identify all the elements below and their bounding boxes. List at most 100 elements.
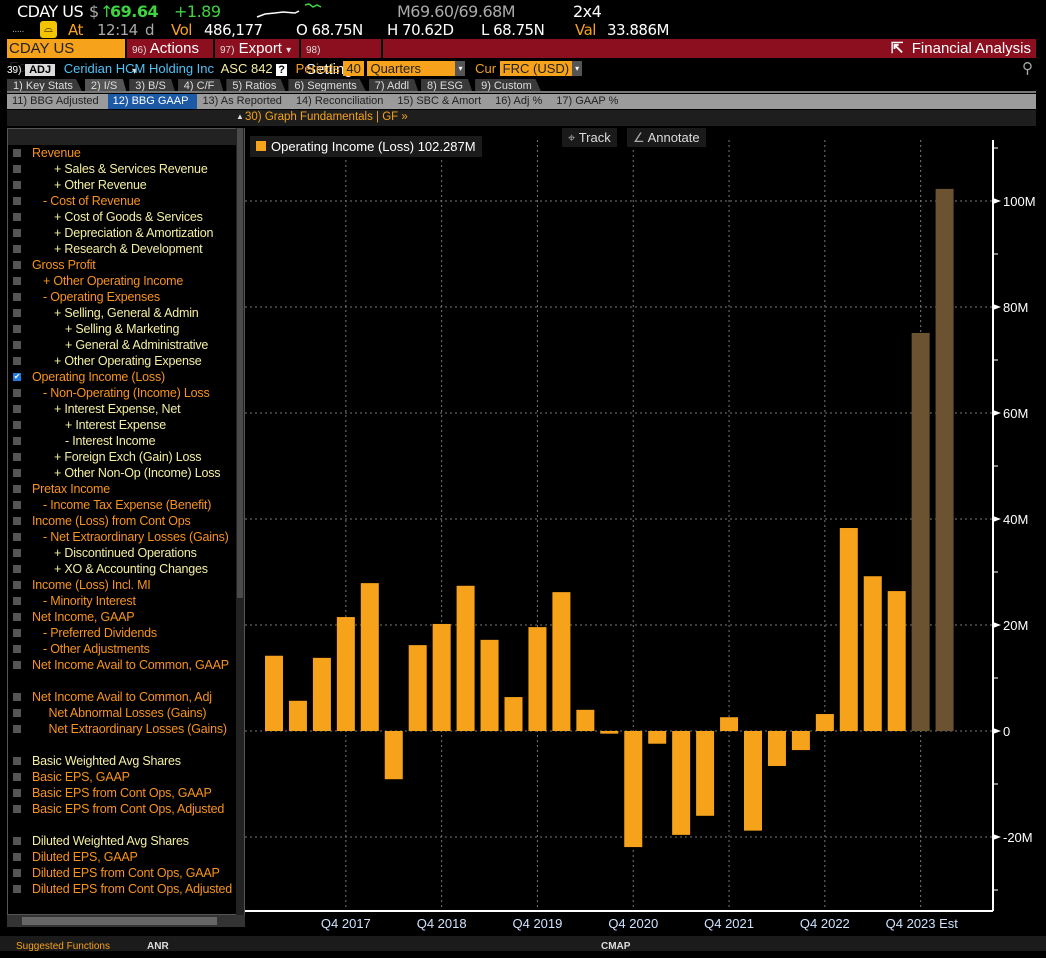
annotate-button[interactable]: ∠ Annotate — [627, 128, 706, 147]
checkbox[interactable] — [13, 533, 21, 541]
list-item[interactable]: + XO & Accounting Changes — [8, 561, 238, 577]
list-item[interactable]: - Net Extraordinary Losses (Gains) — [8, 529, 238, 545]
checkbox[interactable] — [13, 709, 21, 717]
footer-item[interactable]: ANR — [147, 936, 169, 958]
list-item[interactable]: Income (Loss) Incl. MI — [8, 577, 238, 593]
scrollbar-thumb[interactable] — [22, 917, 217, 925]
list-item[interactable]: + Other Operating Income — [8, 273, 238, 289]
list-item[interactable]: + Depreciation & Amortization — [8, 225, 238, 241]
list-item[interactable]: Diluted EPS from Cont Ops, Adjusted — [8, 881, 238, 897]
list-item[interactable]: + Cost of Goods & Services — [8, 209, 238, 225]
checkbox[interactable] — [13, 789, 21, 797]
checkbox[interactable] — [13, 149, 21, 157]
checkbox[interactable] — [13, 325, 21, 333]
list-item[interactable]: - Minority Interest — [8, 593, 238, 609]
checkbox[interactable] — [13, 885, 21, 893]
checkbox[interactable] — [13, 613, 21, 621]
checkbox-checked[interactable]: ✔ — [13, 373, 21, 381]
checkbox[interactable] — [13, 213, 21, 221]
list-item[interactable]: Net Extraordinary Losses (Gains) — [8, 721, 238, 737]
checkbox[interactable] — [13, 181, 21, 189]
checkbox[interactable] — [13, 837, 21, 845]
checkbox[interactable] — [13, 453, 21, 461]
list-item[interactable]: + Selling, General & Admin — [8, 305, 238, 321]
periods-input[interactable]: 40 — [343, 61, 364, 76]
list-item[interactable]: Net Income Avail to Common, Adj — [8, 689, 238, 705]
tab-custom[interactable]: 9) Custom — [475, 79, 541, 91]
list-item[interactable]: - Cost of Revenue — [8, 193, 238, 209]
checkbox[interactable] — [13, 757, 21, 765]
subtab-sbc-amort[interactable]: 15) SBC & Amort — [392, 94, 490, 109]
checkbox[interactable] — [13, 197, 21, 205]
track-button[interactable]: ⌖ Track — [562, 128, 617, 147]
list-item[interactable]: - Interest Income — [8, 433, 238, 449]
gauge-icon[interactable]: ⌓ — [40, 21, 57, 38]
checkbox[interactable] — [13, 805, 21, 813]
adj-button[interactable]: ADJ — [25, 64, 56, 76]
checkbox[interactable] — [13, 405, 21, 413]
list-item[interactable]: - Non-Operating (Income) Loss — [8, 385, 238, 401]
checkbox[interactable] — [13, 341, 21, 349]
list-item[interactable]: Pretax Income — [8, 481, 238, 497]
tab-segments[interactable]: 6) Segments — [288, 79, 366, 91]
checkbox[interactable] — [13, 693, 21, 701]
checkbox[interactable] — [13, 437, 21, 445]
subtab-gaap-[interactable]: 17) GAAP % — [551, 94, 627, 109]
actions-menu[interactable]: 96) Actions ▾ — [127, 39, 215, 77]
checkbox[interactable] — [13, 629, 21, 637]
list-item[interactable]: + Interest Expense, Net — [8, 401, 238, 417]
checkbox[interactable] — [13, 245, 21, 253]
dropdown-icon[interactable]: ▾ — [455, 61, 466, 76]
list-item[interactable]: + Other Revenue — [8, 177, 238, 193]
list-item[interactable]: Net Income, GAAP — [8, 609, 238, 625]
checkbox[interactable] — [13, 869, 21, 877]
subtab-reconciliation[interactable]: 14) Reconciliation — [291, 94, 392, 109]
tab-c-f[interactable]: 4) C/F — [177, 79, 224, 91]
footer-item[interactable]: Suggested Functions — [16, 936, 110, 958]
list-item[interactable]: + Other Non-Op (Income) Loss — [8, 465, 238, 481]
list-item[interactable]: + Research & Development — [8, 241, 238, 257]
list-item[interactable]: + Foreign Exch (Gain) Loss — [8, 449, 238, 465]
list-item[interactable]: + Discontinued Operations — [8, 545, 238, 561]
dropdown-icon[interactable]: ▾ — [572, 61, 583, 76]
checkbox[interactable] — [13, 277, 21, 285]
list-item[interactable]: Gross Profit — [8, 257, 238, 273]
zoom-in-icon[interactable]: ⚲ — [1022, 61, 1033, 77]
list-item[interactable]: Basic Weighted Avg Shares — [8, 753, 238, 769]
checkbox[interactable] — [13, 853, 21, 861]
settings-button[interactable]: 98) Settings — [301, 39, 383, 78]
checkbox[interactable] — [13, 293, 21, 301]
checkbox[interactable] — [13, 389, 21, 397]
list-item[interactable]: + General & Administrative — [8, 337, 238, 353]
tab-addl[interactable]: 7) Addl — [368, 79, 419, 91]
checkbox[interactable] — [13, 309, 21, 317]
checkbox[interactable] — [13, 261, 21, 269]
subtab-adj-[interactable]: 16) Adj % — [490, 94, 551, 109]
currency-select[interactable]: FRC (USD) — [499, 61, 573, 76]
footer-item[interactable]: CMAP — [601, 936, 630, 958]
list-item[interactable]: Basic EPS from Cont Ops, Adjusted — [8, 801, 238, 817]
financial-analysis-button[interactable]: ⇱ Financial Analysis — [886, 39, 1036, 58]
help-icon[interactable]: ? — [276, 64, 288, 76]
checkbox[interactable] — [13, 421, 21, 429]
checkbox[interactable] — [13, 229, 21, 237]
list-item[interactable]: - Income Tax Expense (Benefit) — [8, 497, 238, 513]
tab-ratios[interactable]: 5) Ratios — [226, 79, 286, 91]
checkbox[interactable] — [13, 357, 21, 365]
checkbox[interactable] — [13, 549, 21, 557]
list-item[interactable]: Income (Loss) from Cont Ops — [8, 513, 238, 529]
tab-b-s[interactable]: 3) B/S — [129, 79, 175, 91]
list-item[interactable]: Diluted Weighted Avg Shares — [8, 833, 238, 849]
checkbox[interactable] — [13, 485, 21, 493]
subtab-bbg-gaap[interactable]: 12) BBG GAAP — [107, 94, 198, 109]
list-item[interactable]: Net Income Avail to Common, GAAP — [8, 657, 238, 673]
scrollbar-thumb[interactable] — [237, 128, 243, 598]
checkbox[interactable] — [13, 661, 21, 669]
list-item[interactable]: Net Abnormal Losses (Gains) — [8, 705, 238, 721]
list-item[interactable]: - Operating Expenses — [8, 289, 238, 305]
list-item[interactable]: Diluted EPS, GAAP — [8, 849, 238, 865]
tab-i-s[interactable]: 2) I/S — [84, 79, 127, 91]
list-item[interactable]: Diluted EPS from Cont Ops, GAAP — [8, 865, 238, 881]
list-item[interactable]: - Other Adjustments — [8, 641, 238, 657]
export-menu[interactable]: 97) Export ▾ — [215, 39, 301, 58]
